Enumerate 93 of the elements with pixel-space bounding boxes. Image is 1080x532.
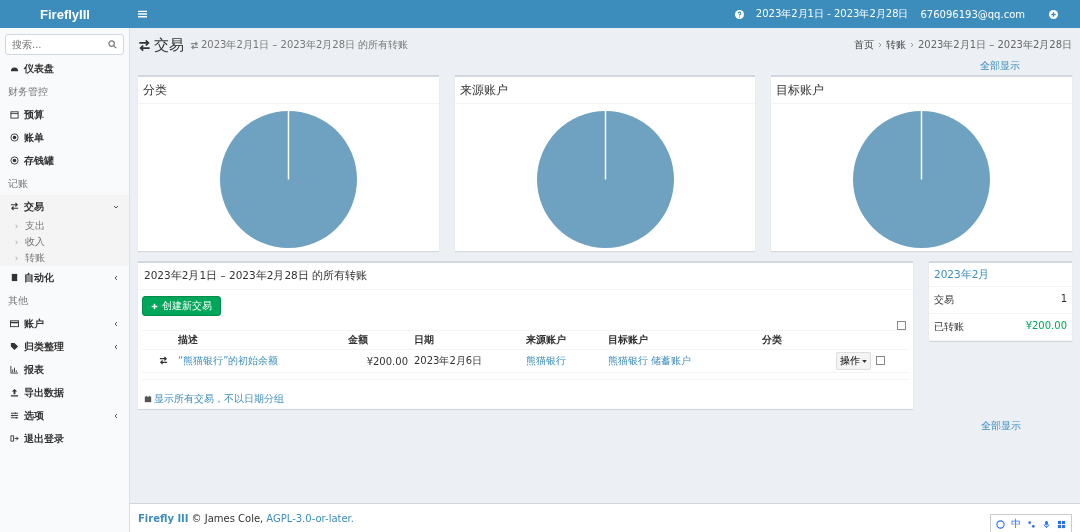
copyright-text: © James Cole, bbox=[191, 512, 264, 524]
source-account-link[interactable]: 熊猫银行 bbox=[526, 355, 566, 366]
column-header: 描述 bbox=[178, 330, 348, 350]
sidebar-item[interactable]: 自动化 bbox=[0, 266, 129, 289]
dot-icon bbox=[10, 156, 19, 165]
swap-icon bbox=[10, 202, 19, 211]
column-header: 日期 bbox=[414, 330, 526, 350]
license-link[interactable]: AGPL-3.0-or-later. bbox=[266, 512, 354, 524]
column-header: 分类 bbox=[762, 330, 836, 350]
show-all-link[interactable]: 全部显示 bbox=[929, 419, 1072, 433]
sidebar-item[interactable]: 账单 bbox=[0, 126, 129, 149]
amount-cell: ¥200.00 bbox=[348, 349, 414, 373]
search-icon[interactable] bbox=[108, 40, 117, 49]
swap-icon bbox=[159, 355, 168, 365]
month-link[interactable]: 2023年2月 bbox=[929, 263, 1072, 287]
sidebar-item[interactable]: 报表 bbox=[0, 358, 129, 381]
chevron-left-icon bbox=[113, 274, 119, 281]
column-header: 金额 bbox=[348, 330, 414, 350]
chevron-down-icon bbox=[113, 203, 119, 210]
breadcrumb-item[interactable]: 转账 bbox=[885, 38, 906, 52]
tag-icon bbox=[10, 342, 19, 351]
section-header: 财务管控 bbox=[7, 85, 49, 99]
breadcrumb-item[interactable]: 首页 bbox=[853, 38, 874, 52]
chevron-right-icon bbox=[14, 239, 19, 245]
search-field[interactable]: 搜索... bbox=[5, 34, 124, 55]
page-title: 交易 bbox=[154, 35, 184, 55]
date-range[interactable]: 2023年2月1日 - 2023年2月28日 bbox=[755, 7, 909, 21]
page-subtitle: 2023年2月1日 – 2023年2月28日 的所有转账 bbox=[201, 38, 409, 52]
microphone-icon[interactable] bbox=[1042, 519, 1051, 529]
chevron-left-icon bbox=[113, 412, 119, 419]
description-link[interactable]: “熊猫银行”的初始余额 bbox=[178, 355, 279, 366]
select-all-checkbox[interactable] bbox=[897, 321, 906, 330]
sidebar-item[interactable]: 退出登录 bbox=[0, 427, 129, 450]
chevron-right-icon bbox=[876, 42, 883, 48]
destination-account-link[interactable]: 熊猫银行 储蓄账户 bbox=[608, 355, 692, 366]
logout-icon bbox=[10, 434, 19, 443]
chevron-right-icon bbox=[14, 255, 19, 261]
caret-icon bbox=[861, 359, 867, 363]
sidebar-item[interactable]: 仪表盘 bbox=[0, 57, 129, 80]
column-header: 目标账户 bbox=[608, 330, 762, 350]
upload-icon bbox=[10, 388, 19, 397]
column-header: 来源账户 bbox=[526, 330, 608, 350]
menu-icon[interactable] bbox=[138, 10, 147, 18]
create-transaction-button[interactable]: 创建新交易 bbox=[142, 296, 221, 316]
grid-icon[interactable] bbox=[1057, 519, 1066, 529]
brand-logo[interactable]: FireflyIII bbox=[0, 6, 130, 22]
book-icon bbox=[10, 273, 19, 282]
footer-brand[interactable]: Firefly III bbox=[138, 512, 189, 524]
sidebar-item[interactable]: 导出数据 bbox=[0, 381, 129, 404]
row-checkbox[interactable] bbox=[875, 355, 885, 365]
sidebar-item[interactable]: 预算 bbox=[0, 103, 129, 126]
punctuation-icon[interactable] bbox=[1027, 519, 1036, 529]
chart-title: 分类 bbox=[138, 77, 439, 104]
swap-icon bbox=[190, 40, 199, 50]
swap-icon bbox=[138, 38, 151, 52]
date-cell: 2023年2月6日 bbox=[414, 349, 526, 373]
chevron-right-icon bbox=[908, 42, 915, 48]
summary-label: 已转账 bbox=[934, 320, 964, 334]
add-icon[interactable] bbox=[1049, 9, 1058, 19]
chevron-right-icon bbox=[14, 223, 19, 229]
card-icon bbox=[10, 319, 19, 328]
submenu-item[interactable]: 转账 bbox=[0, 250, 129, 266]
plus-icon bbox=[151, 302, 158, 310]
bars-icon bbox=[10, 365, 19, 374]
chevron-left-icon bbox=[113, 320, 119, 327]
calendar-icon bbox=[144, 395, 152, 403]
section-header: 记账 bbox=[7, 177, 29, 191]
sidebar-item[interactable]: 存钱罐 bbox=[0, 149, 129, 172]
show-all-transactions-link[interactable]: 显示所有交易，不以日期分组 bbox=[154, 392, 284, 406]
card-title: 2023年2月1日 – 2023年2月28日 的所有转账 bbox=[138, 263, 913, 290]
help-icon[interactable] bbox=[734, 9, 744, 19]
actions-dropdown-button[interactable]: 操作 bbox=[835, 352, 871, 370]
cal-icon bbox=[10, 110, 19, 119]
summary-value: 1 bbox=[1060, 293, 1067, 306]
user-email[interactable]: 676096193@qq.com bbox=[920, 8, 1025, 20]
input-mode-toggle[interactable]: 中 bbox=[1011, 517, 1021, 531]
section-header: 其他 bbox=[7, 294, 29, 308]
chevron-left-icon bbox=[113, 343, 119, 350]
summary-label: 交易 bbox=[934, 293, 954, 307]
dot-icon bbox=[10, 133, 19, 142]
chart-title: 目标账户 bbox=[771, 77, 1072, 104]
summary-value: ¥200.00 bbox=[1025, 320, 1067, 333]
logo-circle-icon[interactable] bbox=[996, 519, 1005, 529]
sidebar-item[interactable]: 归类整理 bbox=[0, 335, 129, 358]
sliders-icon bbox=[10, 411, 19, 420]
breadcrumb-item: 2023年2月1日 – 2023年2月28日 bbox=[917, 38, 1072, 52]
sidebar-item[interactable]: 选项 bbox=[0, 404, 129, 427]
show-all-link[interactable]: 全部显示 bbox=[980, 60, 1020, 71]
submenu-item[interactable]: 收入 bbox=[0, 234, 129, 250]
sidebar-item[interactable]: 账户 bbox=[0, 312, 129, 335]
sidebar-item[interactable]: 交易 bbox=[0, 195, 129, 218]
chart-title: 来源账户 bbox=[454, 77, 756, 104]
submenu-item[interactable]: 支出 bbox=[0, 218, 129, 234]
